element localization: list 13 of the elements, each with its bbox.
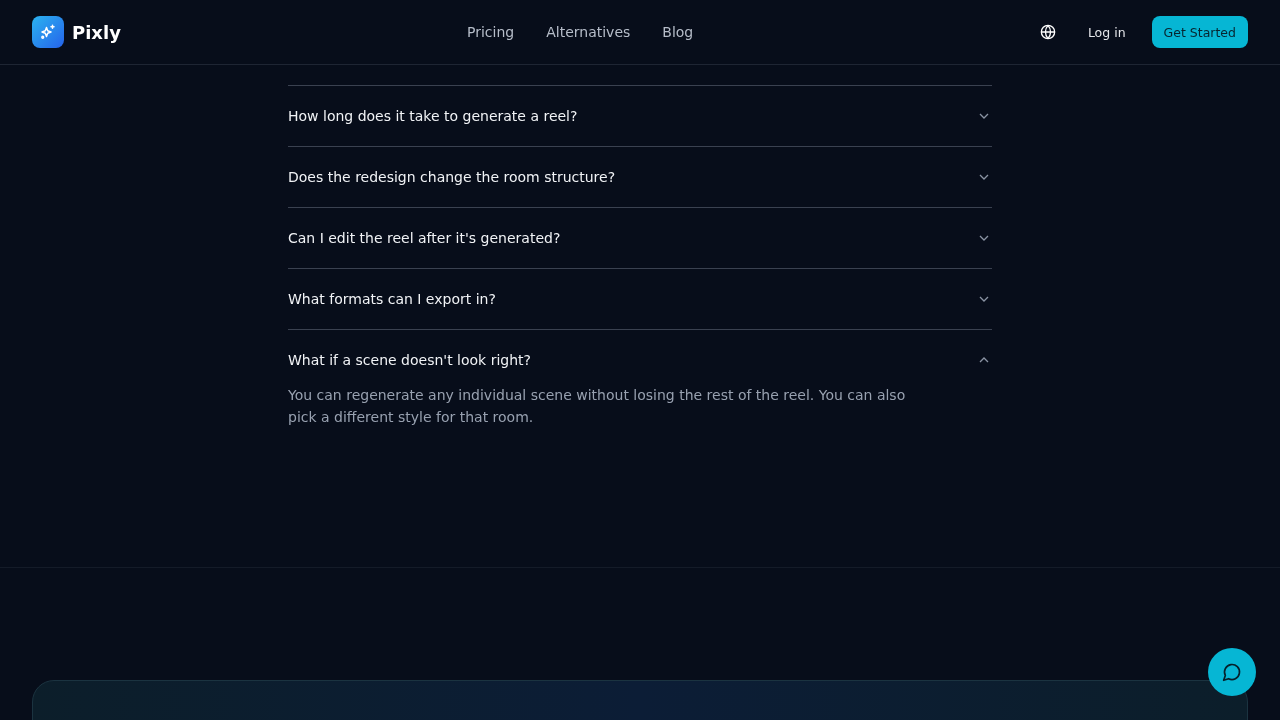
brand-name[interactable]: Pixly: [72, 21, 121, 43]
faq-question[interactable]: Can I edit the reel after it's generated?: [288, 208, 992, 268]
faq-question[interactable]: How long does it take to generate a reel?: [288, 86, 992, 146]
login-link[interactable]: Log in: [1073, 24, 1140, 40]
faq-question[interactable]: Does the redesign change the room structure?: [288, 147, 992, 207]
chat-bubble-icon: [1222, 662, 1242, 682]
nav-link[interactable]: Pricing: [451, 24, 531, 40]
nav-link[interactable]: Blog: [646, 24, 710, 40]
nav-link[interactable]: Alternatives: [530, 24, 647, 40]
chat-button[interactable]: [1208, 648, 1256, 696]
sparkle-logo-icon: [32, 16, 64, 48]
get-started-button[interactable]: Get Started: [1151, 16, 1248, 48]
faq-question[interactable]: What formats can I export in?: [288, 269, 992, 329]
